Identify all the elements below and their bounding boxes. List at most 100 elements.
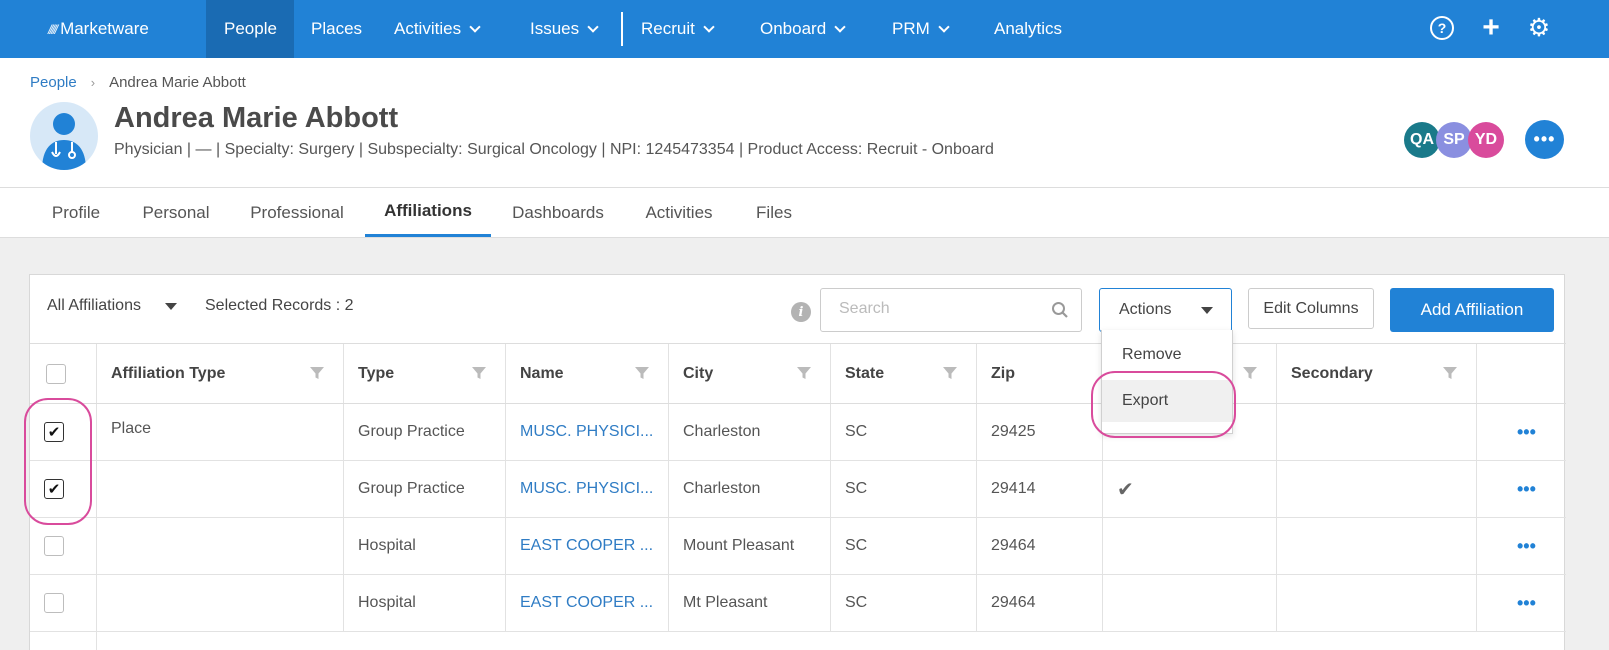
user-chip-qa[interactable]: QA — [1404, 122, 1440, 158]
nav-prm-label: PRM — [892, 19, 930, 38]
col-state[interactable]: State — [830, 344, 976, 403]
cell-state: SC — [830, 518, 976, 574]
logo[interactable]: ///// Marketware — [48, 0, 149, 58]
annotation-ring-export — [1091, 371, 1236, 438]
edit-columns-button[interactable]: Edit Columns — [1248, 288, 1374, 329]
tab-personal[interactable]: Personal — [134, 188, 218, 237]
nav-issues[interactable]: Issues — [530, 0, 599, 58]
nav-people[interactable]: People — [206, 0, 294, 58]
selected-records-count: Selected Records : 2 — [205, 297, 354, 314]
cell-city: Mt Pleasant — [668, 575, 830, 631]
plus-icon[interactable]: + — [1477, 11, 1505, 44]
chevron-down-icon — [834, 21, 846, 33]
cell-type: Hospital — [343, 518, 505, 574]
chevron-down-icon — [469, 21, 481, 33]
tab-files[interactable]: Files — [746, 188, 802, 237]
breadcrumb: People › Andrea Marie Abbott — [30, 74, 246, 91]
col-affiliation-type-label: Affiliation Type — [111, 364, 226, 382]
search-input[interactable] — [839, 289, 1049, 329]
cell-name-link[interactable]: EAST COOPER ... — [505, 518, 668, 574]
tab-affiliations[interactable]: Affiliations — [365, 188, 491, 237]
cell-zip: 29464 — [976, 518, 1102, 574]
row-more-button[interactable]: ••• — [1517, 479, 1536, 500]
nav-people-label: People — [224, 19, 277, 38]
row-checkbox[interactable] — [44, 593, 64, 613]
person-header: People › Andrea Marie Abbott Andrea Mari… — [0, 58, 1609, 187]
help-icon[interactable]: ? — [1430, 16, 1454, 40]
chevron-right-icon: › — [90, 75, 96, 90]
tab-profile[interactable]: Profile — [36, 188, 116, 237]
nav-recruit-label: Recruit — [641, 19, 695, 38]
col-name-label: Name — [520, 364, 564, 382]
filter-icon[interactable] — [471, 365, 487, 381]
cell-secondary — [1276, 404, 1476, 460]
logo-stripes-icon: ///// — [48, 21, 58, 37]
tab-activities[interactable]: Activities — [633, 188, 725, 237]
filter-icon[interactable] — [1442, 365, 1458, 381]
col-affiliation-type[interactable]: Affiliation Type — [96, 344, 343, 403]
row-more-button[interactable]: ••• — [1517, 536, 1536, 557]
col-secondary-label: Secondary — [1291, 364, 1373, 382]
cell-city: Charleston — [668, 404, 830, 460]
actions-button[interactable]: Actions — [1099, 288, 1232, 332]
tab-professional[interactable]: Professional — [236, 188, 358, 237]
user-chip-sp[interactable]: SP — [1436, 122, 1472, 158]
cell-type: Group Practice — [343, 404, 505, 460]
col-name[interactable]: Name — [505, 344, 668, 403]
col-secondary[interactable]: Secondary — [1276, 344, 1476, 403]
cell-type: Hospital — [343, 575, 505, 631]
nav-analytics[interactable]: Analytics — [994, 0, 1062, 58]
cell-state: SC — [830, 404, 976, 460]
select-all-checkbox[interactable] — [46, 363, 66, 384]
nav-recruit[interactable]: Recruit — [641, 0, 715, 58]
cell-state: SC — [830, 575, 976, 631]
table-header: Affiliation Type Type Name City State Zi… — [30, 343, 1566, 404]
nav-prm[interactable]: PRM — [892, 0, 950, 58]
affiliation-filter-select[interactable]: All Affiliations — [47, 297, 177, 315]
nav-analytics-label: Analytics — [994, 19, 1063, 38]
affiliations-panel: All Affiliations Selected Records : 2 i … — [29, 274, 1566, 650]
col-type[interactable]: Type — [343, 344, 505, 403]
actions-label: Actions — [1119, 301, 1172, 318]
nav-onboard[interactable]: Onboard — [760, 0, 846, 58]
cell-name-link[interactable]: EAST COOPER ... — [505, 575, 668, 631]
nav-activities[interactable]: Activities — [394, 0, 481, 58]
user-chip-yd[interactable]: YD — [1468, 122, 1504, 158]
cell-zip: 29425 — [976, 404, 1102, 460]
person-subtitle: Physician | — | Specialty: Surgery | Sub… — [114, 141, 994, 158]
cell-name-link[interactable]: MUSC. PHYSICI... — [505, 461, 668, 517]
search-icon[interactable] — [1051, 301, 1069, 319]
person-more-button[interactable]: ••• — [1525, 120, 1564, 159]
primary-check-icon: ✔ — [1117, 478, 1134, 501]
cell-primary — [1102, 518, 1276, 574]
row-checkbox[interactable] — [44, 536, 64, 556]
gear-icon[interactable]: ⚙ — [1525, 14, 1553, 42]
cell-actions: ••• — [1476, 404, 1566, 460]
chevron-down-icon — [587, 21, 599, 33]
affiliation-filter-label: All Affiliations — [47, 297, 141, 314]
filter-icon[interactable] — [796, 365, 812, 381]
cell-name-link[interactable]: MUSC. PHYSICI... — [505, 404, 668, 460]
row-more-button[interactable]: ••• — [1517, 422, 1536, 443]
filter-icon[interactable] — [634, 365, 650, 381]
filter-icon[interactable] — [942, 365, 958, 381]
tab-dashboards[interactable]: Dashboards — [501, 188, 615, 237]
col-city-label: City — [683, 364, 714, 382]
cell-type: Group Practice — [343, 461, 505, 517]
row-more-button[interactable]: ••• — [1517, 593, 1536, 614]
menu-item-remove[interactable]: Remove — [1102, 334, 1232, 376]
filter-icon[interactable] — [309, 365, 325, 381]
tab-bar: Profile Personal Professional Affiliatio… — [0, 187, 1609, 238]
cell-primary: ✔ — [1102, 461, 1276, 517]
cell-zip: 29414 — [976, 461, 1102, 517]
filter-icon[interactable] — [1242, 365, 1258, 381]
info-icon[interactable]: i — [791, 302, 811, 322]
breadcrumb-people-link[interactable]: People — [30, 74, 77, 91]
nav-places[interactable]: Places — [311, 0, 362, 58]
annotation-ring-checkboxes — [24, 398, 92, 525]
breadcrumb-current: Andrea Marie Abbott — [109, 74, 246, 91]
col-zip[interactable]: Zip — [976, 344, 1102, 403]
col-city[interactable]: City — [668, 344, 830, 403]
select-all-cell — [30, 344, 96, 403]
add-affiliation-button[interactable]: Add Affiliation — [1390, 288, 1554, 332]
